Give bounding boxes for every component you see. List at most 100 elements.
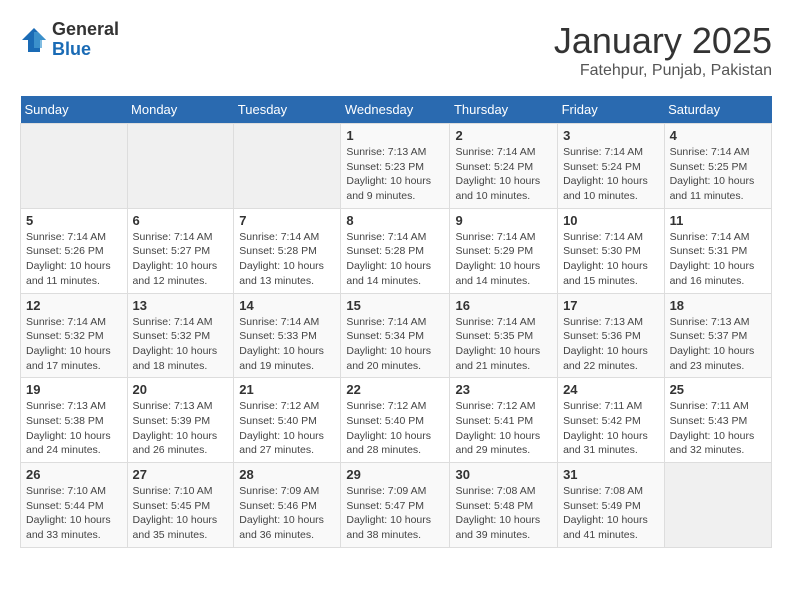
day-number: 26 bbox=[26, 467, 122, 482]
weekday-header: Monday bbox=[127, 96, 234, 124]
weekday-header: Thursday bbox=[450, 96, 558, 124]
calendar-cell: 26 Sunrise: 7:10 AMSunset: 5:44 PMDayligh… bbox=[21, 463, 128, 548]
weekday-header: Saturday bbox=[664, 96, 771, 124]
day-number: 29 bbox=[346, 467, 444, 482]
page-header: General Blue January 2025 Fatehpur, Punj… bbox=[20, 20, 772, 80]
logo-blue: Blue bbox=[52, 40, 119, 60]
day-number: 28 bbox=[239, 467, 335, 482]
day-info: Sunrise: 7:13 AMSunset: 5:37 PMDaylight:… bbox=[670, 315, 766, 374]
day-info: Sunrise: 7:13 AMSunset: 5:23 PMDaylight:… bbox=[346, 145, 444, 204]
day-number: 12 bbox=[26, 298, 122, 313]
day-info: Sunrise: 7:11 AMSunset: 5:43 PMDaylight:… bbox=[670, 399, 766, 458]
calendar-title: January 2025 bbox=[554, 20, 772, 62]
day-number: 14 bbox=[239, 298, 335, 313]
day-number: 4 bbox=[670, 128, 766, 143]
day-number: 5 bbox=[26, 213, 122, 228]
calendar-cell: 10Sunrise: 7:14 AMSunset: 5:30 PMDayligh… bbox=[558, 208, 665, 293]
calendar-cell: 29 Sunrise: 7:09 AMSunset: 5:47 PMDayligh… bbox=[341, 463, 450, 548]
calendar-cell: 17Sunrise: 7:13 AMSunset: 5:36 PMDayligh… bbox=[558, 293, 665, 378]
calendar-cell: 30 Sunrise: 7:08 AMSunset: 5:48 PMDayligh… bbox=[450, 463, 558, 548]
calendar-cell: 11 Sunrise: 7:14 AMSunset: 5:31 PMDayligh… bbox=[664, 208, 771, 293]
day-info: Sunrise: 7:08 AMSunset: 5:49 PMDaylight:… bbox=[563, 484, 659, 543]
calendar-week-row: 26 Sunrise: 7:10 AMSunset: 5:44 PMDayligh… bbox=[21, 463, 772, 548]
day-number: 8 bbox=[346, 213, 444, 228]
day-info: Sunrise: 7:14 AMSunset: 5:28 PMDaylight:… bbox=[239, 230, 335, 289]
calendar-cell: 21Sunrise: 7:12 AMSunset: 5:40 PMDayligh… bbox=[234, 378, 341, 463]
calendar-cell: 23Sunrise: 7:12 AMSunset: 5:41 PMDayligh… bbox=[450, 378, 558, 463]
day-number: 1 bbox=[346, 128, 444, 143]
day-number: 19 bbox=[26, 382, 122, 397]
calendar-table: SundayMondayTuesdayWednesdayThursdayFrid… bbox=[20, 96, 772, 548]
day-number: 23 bbox=[455, 382, 552, 397]
calendar-cell bbox=[127, 124, 234, 209]
day-info: Sunrise: 7:09 AMSunset: 5:47 PMDaylight:… bbox=[346, 484, 444, 543]
day-number: 2 bbox=[455, 128, 552, 143]
day-info: Sunrise: 7:13 AMSunset: 5:36 PMDaylight:… bbox=[563, 315, 659, 374]
day-info: Sunrise: 7:11 AMSunset: 5:42 PMDaylight:… bbox=[563, 399, 659, 458]
day-number: 13 bbox=[133, 298, 229, 313]
logo: General Blue bbox=[20, 20, 119, 60]
day-info: Sunrise: 7:09 AMSunset: 5:46 PMDaylight:… bbox=[239, 484, 335, 543]
day-info: Sunrise: 7:14 AMSunset: 5:27 PMDaylight:… bbox=[133, 230, 229, 289]
day-number: 21 bbox=[239, 382, 335, 397]
day-number: 3 bbox=[563, 128, 659, 143]
day-number: 7 bbox=[239, 213, 335, 228]
calendar-cell: 19 Sunrise: 7:13 AMSunset: 5:38 PMDayligh… bbox=[21, 378, 128, 463]
day-info: Sunrise: 7:10 AMSunset: 5:44 PMDaylight:… bbox=[26, 484, 122, 543]
calendar-cell: 2 Sunrise: 7:14 AMSunset: 5:24 PMDaylight… bbox=[450, 124, 558, 209]
calendar-cell: 5Sunrise: 7:14 AMSunset: 5:26 PMDaylight… bbox=[21, 208, 128, 293]
calendar-cell bbox=[21, 124, 128, 209]
weekday-header-row: SundayMondayTuesdayWednesdayThursdayFrid… bbox=[21, 96, 772, 124]
calendar-cell: 7 Sunrise: 7:14 AMSunset: 5:28 PMDaylight… bbox=[234, 208, 341, 293]
logo-icon bbox=[20, 26, 48, 54]
weekday-header: Friday bbox=[558, 96, 665, 124]
calendar-cell: 15Sunrise: 7:14 AMSunset: 5:34 PMDayligh… bbox=[341, 293, 450, 378]
calendar-cell: 13 Sunrise: 7:14 AMSunset: 5:32 PMDayligh… bbox=[127, 293, 234, 378]
day-number: 30 bbox=[455, 467, 552, 482]
day-info: Sunrise: 7:14 AMSunset: 5:31 PMDaylight:… bbox=[670, 230, 766, 289]
calendar-cell: 18 Sunrise: 7:13 AMSunset: 5:37 PMDayligh… bbox=[664, 293, 771, 378]
calendar-cell: 27 Sunrise: 7:10 AMSunset: 5:45 PMDayligh… bbox=[127, 463, 234, 548]
calendar-cell: 16 Sunrise: 7:14 AMSunset: 5:35 PMDayligh… bbox=[450, 293, 558, 378]
logo-general: General bbox=[52, 20, 119, 40]
title-block: January 2025 Fatehpur, Punjab, Pakistan bbox=[554, 20, 772, 80]
calendar-subtitle: Fatehpur, Punjab, Pakistan bbox=[554, 62, 772, 80]
calendar-cell: 1 Sunrise: 7:13 AMSunset: 5:23 PMDaylight… bbox=[341, 124, 450, 209]
weekday-header: Wednesday bbox=[341, 96, 450, 124]
calendar-cell bbox=[234, 124, 341, 209]
day-number: 27 bbox=[133, 467, 229, 482]
day-info: Sunrise: 7:14 AMSunset: 5:29 PMDaylight:… bbox=[455, 230, 552, 289]
day-info: Sunrise: 7:08 AMSunset: 5:48 PMDaylight:… bbox=[455, 484, 552, 543]
day-number: 22 bbox=[346, 382, 444, 397]
weekday-header: Sunday bbox=[21, 96, 128, 124]
day-info: Sunrise: 7:14 AMSunset: 5:35 PMDaylight:… bbox=[455, 315, 552, 374]
calendar-cell: 14 Sunrise: 7:14 AMSunset: 5:33 PMDayligh… bbox=[234, 293, 341, 378]
day-number: 16 bbox=[455, 298, 552, 313]
calendar-cell: 12Sunrise: 7:14 AMSunset: 5:32 PMDayligh… bbox=[21, 293, 128, 378]
day-number: 11 bbox=[670, 213, 766, 228]
day-info: Sunrise: 7:14 AMSunset: 5:33 PMDaylight:… bbox=[239, 315, 335, 374]
day-info: Sunrise: 7:13 AMSunset: 5:39 PMDaylight:… bbox=[133, 399, 229, 458]
day-info: Sunrise: 7:14 AMSunset: 5:24 PMDaylight:… bbox=[455, 145, 552, 204]
day-number: 10 bbox=[563, 213, 659, 228]
day-number: 9 bbox=[455, 213, 552, 228]
day-number: 31 bbox=[563, 467, 659, 482]
calendar-week-row: 5Sunrise: 7:14 AMSunset: 5:26 PMDaylight… bbox=[21, 208, 772, 293]
day-number: 6 bbox=[133, 213, 229, 228]
calendar-cell: 6 Sunrise: 7:14 AMSunset: 5:27 PMDaylight… bbox=[127, 208, 234, 293]
day-info: Sunrise: 7:10 AMSunset: 5:45 PMDaylight:… bbox=[133, 484, 229, 543]
calendar-cell: 24Sunrise: 7:11 AMSunset: 5:42 PMDayligh… bbox=[558, 378, 665, 463]
calendar-cell: 20 Sunrise: 7:13 AMSunset: 5:39 PMDayligh… bbox=[127, 378, 234, 463]
calendar-cell: 4Sunrise: 7:14 AMSunset: 5:25 PMDaylight… bbox=[664, 124, 771, 209]
calendar-week-row: 1 Sunrise: 7:13 AMSunset: 5:23 PMDaylight… bbox=[21, 124, 772, 209]
calendar-cell: 28 Sunrise: 7:09 AMSunset: 5:46 PMDayligh… bbox=[234, 463, 341, 548]
calendar-week-row: 19 Sunrise: 7:13 AMSunset: 5:38 PMDayligh… bbox=[21, 378, 772, 463]
calendar-cell bbox=[664, 463, 771, 548]
day-info: Sunrise: 7:14 AMSunset: 5:32 PMDaylight:… bbox=[133, 315, 229, 374]
calendar-cell: 22Sunrise: 7:12 AMSunset: 5:40 PMDayligh… bbox=[341, 378, 450, 463]
day-info: Sunrise: 7:13 AMSunset: 5:38 PMDaylight:… bbox=[26, 399, 122, 458]
calendar-cell: 9 Sunrise: 7:14 AMSunset: 5:29 PMDaylight… bbox=[450, 208, 558, 293]
day-number: 20 bbox=[133, 382, 229, 397]
day-number: 15 bbox=[346, 298, 444, 313]
day-number: 18 bbox=[670, 298, 766, 313]
